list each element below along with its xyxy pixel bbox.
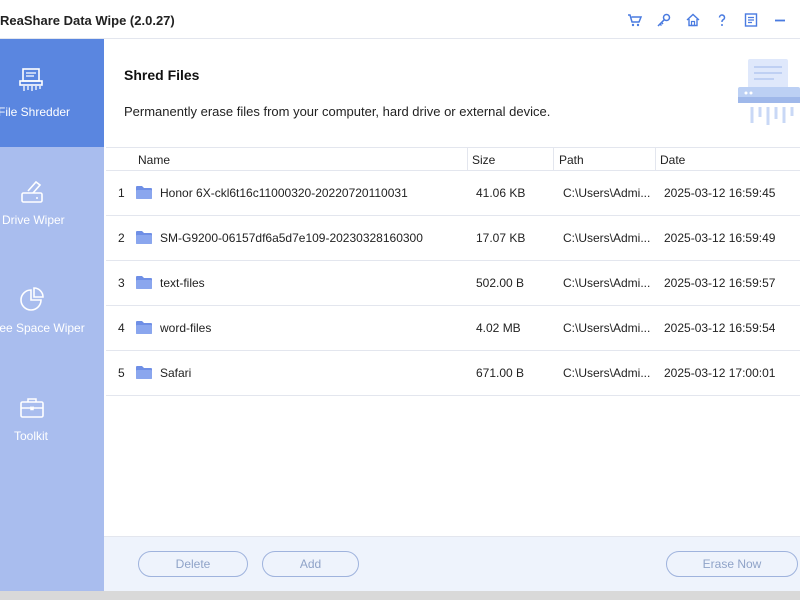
shredder-icon — [15, 63, 49, 97]
page-description: Permanently erase files from your comput… — [124, 104, 551, 119]
file-size: 41.06 KB — [476, 186, 526, 200]
column-divider — [553, 148, 554, 170]
column-header-path[interactable]: Path — [559, 153, 584, 167]
sidebar-label: File Shredder — [0, 105, 71, 119]
add-button[interactable]: Add — [262, 551, 359, 577]
folder-icon — [136, 276, 152, 289]
column-divider — [655, 148, 656, 170]
pie-chart-icon — [15, 283, 49, 317]
file-name: Safari — [160, 366, 192, 380]
row-index: 4 — [118, 321, 125, 335]
delete-button[interactable]: Delete — [138, 551, 248, 577]
row-index: 5 — [118, 366, 125, 380]
sidebar: File Shredder Drive Wiper Free Space Wip… — [0, 39, 104, 591]
file-path: C:\Users\Admi... — [563, 186, 651, 200]
file-path: C:\Users\Admi... — [563, 231, 651, 245]
file-size: 502.00 B — [476, 276, 525, 290]
file-date: 2025-03-12 16:59:54 — [664, 321, 776, 335]
feedback-icon[interactable] — [736, 10, 765, 30]
sidebar-label: Drive Wiper — [2, 213, 65, 227]
table-row[interactable]: 5 Safari 671.00 B C:\Users\Admi... 2025-… — [106, 351, 800, 396]
row-index: 1 — [118, 186, 125, 200]
key-icon[interactable] — [649, 10, 678, 30]
table-row[interactable]: 2 SM-G9200-06157df6a5d7e109-202303281603… — [106, 216, 800, 261]
file-name: Honor 6X-ckl6t16c11000320-20220720110031 — [160, 186, 408, 200]
minimize-icon[interactable] — [765, 10, 794, 30]
file-name: word-files — [160, 321, 212, 335]
table-row[interactable]: 1 Honor 6X-ckl6t16c11000320-202207201100… — [106, 171, 800, 216]
sidebar-item-free-space-wiper[interactable]: Free Space Wiper — [0, 255, 104, 363]
help-icon[interactable] — [707, 10, 736, 30]
file-date: 2025-03-12 16:59:49 — [664, 231, 776, 245]
title-bar: ReaShare Data Wipe (2.0.27) — [0, 0, 800, 39]
folder-icon — [136, 231, 152, 244]
sidebar-item-drive-wiper[interactable]: Drive Wiper — [0, 147, 104, 255]
home-icon[interactable] — [678, 10, 707, 30]
column-header-size[interactable]: Size — [472, 153, 495, 167]
file-table: Name Size Path Date 1 Honor 6X-ckl6t16c1… — [106, 147, 800, 396]
file-path: C:\Users\Admi... — [563, 276, 651, 290]
row-index: 3 — [118, 276, 125, 290]
column-divider — [467, 148, 468, 170]
row-index: 2 — [118, 231, 125, 245]
file-path: C:\Users\Admi... — [563, 366, 651, 380]
folder-icon — [136, 186, 152, 199]
file-size: 671.00 B — [476, 366, 525, 380]
toolbox-icon — [15, 391, 49, 425]
erase-now-button[interactable]: Erase Now — [666, 551, 798, 577]
window-toolbar — [620, 10, 794, 30]
shredder-illustration-icon — [738, 59, 800, 125]
app-title: ReaShare Data Wipe (2.0.27) — [0, 13, 175, 28]
folder-icon — [136, 321, 152, 334]
column-header-date[interactable]: Date — [660, 153, 685, 167]
file-size: 4.02 MB — [476, 321, 521, 335]
file-date: 2025-03-12 16:59:57 — [664, 276, 776, 290]
file-path: C:\Users\Admi... — [563, 321, 651, 335]
drive-wiper-icon — [15, 175, 49, 209]
file-date: 2025-03-12 17:00:01 — [664, 366, 776, 380]
main-panel: Shred Files Permanently erase files from… — [104, 39, 800, 591]
file-date: 2025-03-12 16:59:45 — [664, 186, 776, 200]
sidebar-label: Free Space Wiper — [0, 321, 85, 335]
file-name: text-files — [160, 276, 205, 290]
file-name: SM-G9200-06157df6a5d7e109-20230328160300 — [160, 231, 423, 245]
table-header: Name Size Path Date — [106, 147, 800, 171]
folder-icon — [136, 366, 152, 379]
sidebar-item-file-shredder[interactable]: File Shredder — [0, 39, 104, 147]
window-bottom-edge — [0, 591, 800, 600]
cart-icon[interactable] — [620, 10, 649, 30]
column-header-name[interactable]: Name — [138, 153, 170, 167]
page-title: Shred Files — [124, 67, 200, 83]
table-row[interactable]: 3 text-files 502.00 B C:\Users\Admi... 2… — [106, 261, 800, 306]
sidebar-item-toolkit[interactable]: Toolkit — [0, 363, 104, 471]
table-row[interactable]: 4 word-files 4.02 MB C:\Users\Admi... 20… — [106, 306, 800, 351]
action-footer: Delete Add Erase Now — [104, 536, 800, 591]
file-size: 17.07 KB — [476, 231, 526, 245]
sidebar-label: Toolkit — [14, 429, 49, 443]
